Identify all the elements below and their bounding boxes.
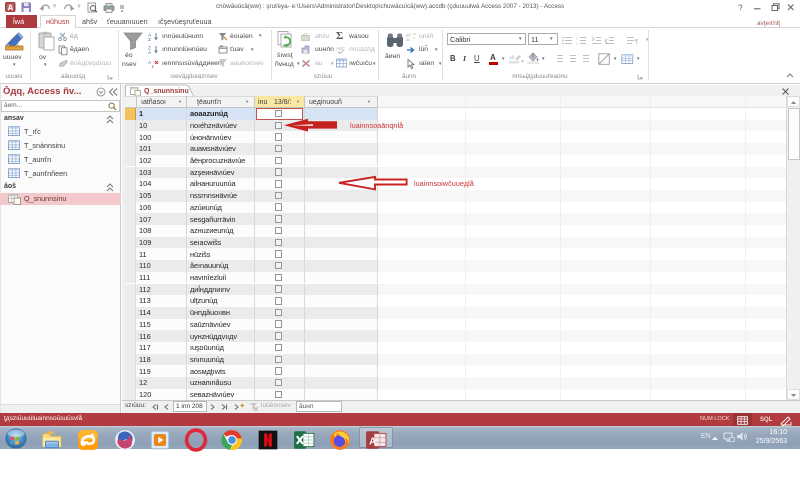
svg-text:▼: ▼ — [520, 59, 525, 65]
svg-text:1: 1 — [576, 37, 578, 41]
svg-text:A: A — [369, 436, 376, 447]
svg-text:?: ? — [738, 3, 743, 13]
svg-text:Z: Z — [148, 37, 151, 43]
svg-text:ABC: ABC — [336, 46, 346, 51]
svg-text:A: A — [8, 4, 14, 13]
svg-text:¶: ¶ — [635, 38, 639, 46]
svg-text:ac: ac — [406, 37, 412, 42]
svg-text:2: 2 — [576, 42, 578, 46]
svg-text:ab: ab — [509, 55, 515, 61]
